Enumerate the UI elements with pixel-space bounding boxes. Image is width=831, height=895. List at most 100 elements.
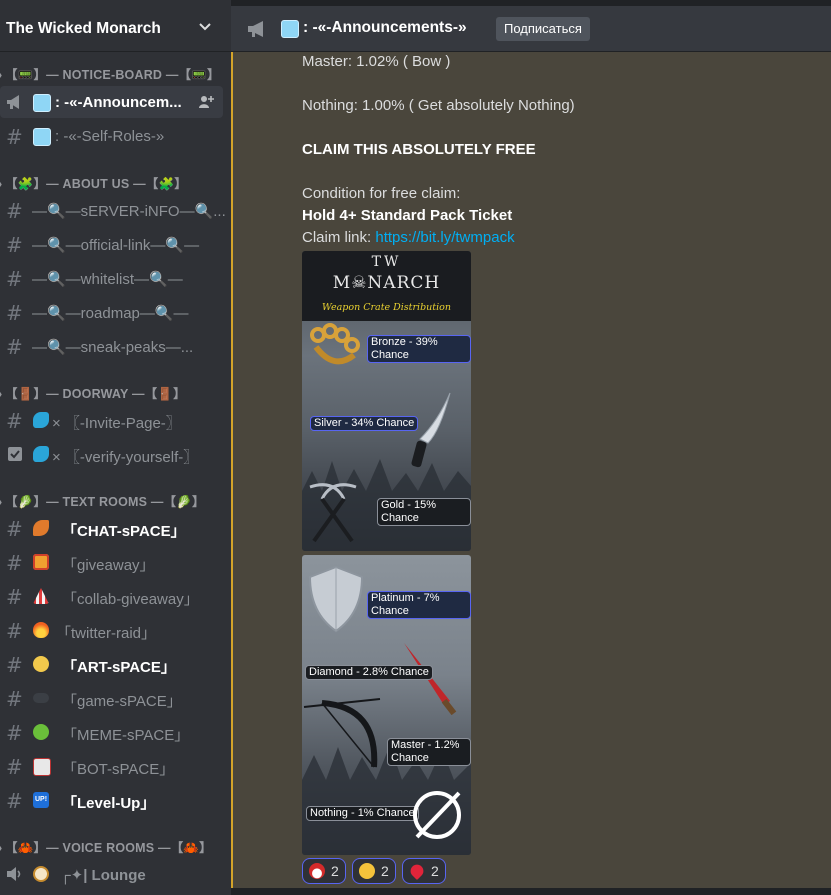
channel-label: 「Level-Up」 xyxy=(62,795,156,812)
channel-bot-space[interactable]: # 「BOT-sPACE」 xyxy=(0,750,223,782)
channel-sneak-peaks[interactable]: # —🔍—sneak-peaks—... xyxy=(0,330,223,362)
hash-icon: # xyxy=(6,789,23,813)
channel-announcements[interactable]: : -«-Announcem... xyxy=(0,86,223,118)
channel-label: —🔍—sneak-peaks—... xyxy=(32,339,194,356)
ice-cube-icon xyxy=(33,128,51,146)
channel-label: ┌✦| Lounge xyxy=(60,867,146,884)
crossed-sickles-icon xyxy=(309,483,357,543)
bronze-chance-label: Bronze - 39% Chance xyxy=(367,335,471,363)
hash-icon: # xyxy=(6,551,23,575)
channel-label: × 〖-Invite-Page-〗 xyxy=(52,415,181,432)
category-about-us[interactable]: ›【🧩】— ABOUT US —【🧩】 xyxy=(0,173,187,193)
dolphin-icon xyxy=(33,412,49,428)
claim-link-line: Claim link: https://bit.ly/twmpack xyxy=(302,229,515,246)
add-member-icon[interactable] xyxy=(198,94,214,110)
weapon-crate-image-1[interactable]: TW M☠NARCH Weapon Crate Distribution Bro… xyxy=(302,251,471,551)
server-header[interactable]: The Wicked Monarch xyxy=(0,6,231,52)
channel-lounge[interactable]: ┌✦| Lounge xyxy=(0,858,223,890)
hash-icon: # xyxy=(6,687,23,711)
reaction-count: 2 xyxy=(431,863,439,879)
megaphone-icon xyxy=(7,95,19,109)
channel-label: 「game-sPACE」 xyxy=(62,693,182,710)
gift-icon xyxy=(33,554,49,570)
category-label: 【🚪】— DOORWAY —【🚪】 xyxy=(5,387,186,401)
compass-icon xyxy=(33,866,49,882)
channel-verify-yourself[interactable]: × 〖-verify-yourself-〗 xyxy=(0,438,223,470)
channel-label: 「twitter-raid」 xyxy=(56,625,157,642)
hash-icon: # xyxy=(6,301,23,325)
bottom-bar xyxy=(231,888,831,895)
silver-chance-label: Silver - 34% Chance xyxy=(310,416,419,431)
channel-label: : -«-Announcem... xyxy=(55,94,182,111)
channel-collab-giveaway[interactable]: # 「collab-giveaway」 xyxy=(0,580,223,612)
hash-icon: # xyxy=(6,125,23,149)
channel-meme-space[interactable]: # 「MEME-sPACE」 xyxy=(0,716,223,748)
channel-label: —🔍—official-link—🔍— xyxy=(32,237,200,254)
crate-subtitle: Weapon Crate Distribution xyxy=(322,302,451,313)
master-chance-label: Master - 1.2% Chance xyxy=(387,738,471,766)
channel-label: 「BOT-sPACE」 xyxy=(62,761,175,778)
category-label: 【🧩】— ABOUT US —【🧩】 xyxy=(5,177,187,191)
channel-label: —🔍—roadmap—🔍— xyxy=(32,305,189,322)
category-text-rooms[interactable]: ›【🥬】— TEXT ROOMS —【🥬】 xyxy=(0,491,205,511)
channel-whitelist[interactable]: # —🔍—whitelist—🔍— xyxy=(0,262,223,294)
channel-giveaway[interactable]: # 「giveaway」 xyxy=(0,546,223,578)
server-name: The Wicked Monarch xyxy=(6,20,161,37)
frog-icon xyxy=(33,724,49,740)
hash-icon: # xyxy=(6,653,23,677)
brass-knuckles-icon xyxy=(310,323,360,365)
channel-official-link[interactable]: # —🔍—official-link—🔍— xyxy=(0,228,223,260)
hash-icon: # xyxy=(6,233,23,257)
channel-server-info[interactable]: # —🔍—sERVER-iNFO—🔍... xyxy=(0,194,226,226)
hash-icon: # xyxy=(6,267,23,291)
hash-icon: # xyxy=(6,335,23,359)
hash-icon: # xyxy=(6,755,23,779)
chevron-down-icon[interactable] xyxy=(198,20,212,34)
reaction-count: 2 xyxy=(331,863,339,879)
channel-game-space[interactable]: # 「game-sPACE」 xyxy=(0,682,223,714)
category-label: 【🥬】— TEXT ROOMS —【🥬】 xyxy=(5,495,205,509)
channel-sidebar: The Wicked Monarch ›【📟】— NOTICE-BOARD —【… xyxy=(0,0,231,895)
nothing-chance-label: Nothing - 1% Chance xyxy=(306,806,419,821)
diamond-chance-label: Diamond - 2.8% Chance xyxy=(305,665,433,680)
circus-tent-icon xyxy=(33,588,49,604)
channel-twitter-raid[interactable]: # 「twitter-raid」 xyxy=(0,614,223,646)
claim-link[interactable]: https://bit.ly/twmpack xyxy=(375,229,514,246)
speaker-icon xyxy=(7,867,21,881)
reaction-heart[interactable]: 2 xyxy=(402,858,446,884)
subscribe-button[interactable]: Подписаться xyxy=(496,17,590,41)
reaction-money-mouth[interactable]: 2 xyxy=(352,858,396,884)
reaction-count: 2 xyxy=(381,863,389,879)
up-button-icon: UP! xyxy=(33,792,49,808)
money-mouth-face-icon xyxy=(359,863,375,879)
kitchen-knife-icon xyxy=(411,392,451,468)
message-line: Nothing: 1.00% ( Get absolutely Nothing) xyxy=(302,97,575,114)
channel-self-roles[interactable]: # : -«-Self-Roles-» xyxy=(0,120,223,152)
robot-icon xyxy=(33,758,51,776)
reaction-santa[interactable]: 2 xyxy=(302,858,346,884)
channel-label: × 〖-verify-yourself-〗 xyxy=(52,449,199,466)
channel-header: : -«-Announcements-» Подписаться xyxy=(231,6,831,52)
message-heading: CLAIM THIS ABSOLUTELY FREE xyxy=(302,141,536,158)
category-doorway[interactable]: ›【🚪】— DOORWAY —【🚪】 xyxy=(0,383,186,403)
weapon-crate-image-2[interactable]: Platinum - 7% Chance Diamond - 2.8% Chan… xyxy=(302,555,471,855)
gold-chance-label: Gold - 15% Chance xyxy=(377,498,471,526)
channel-level-up[interactable]: # UP! 「Level-Up」 xyxy=(0,784,223,816)
category-voice-rooms[interactable]: ›【🦀】— VOICE ROOMS —【🦀】 xyxy=(0,837,212,857)
platinum-chance-label: Platinum - 7% Chance xyxy=(367,591,471,619)
message-bold-line: Hold 4+ Standard Pack Ticket xyxy=(302,207,513,224)
gamepad-icon xyxy=(33,693,49,703)
red-heart-icon xyxy=(407,861,427,881)
channel-label: —🔍—whitelist—🔍— xyxy=(32,271,183,288)
channel-roadmap[interactable]: # —🔍—roadmap—🔍— xyxy=(0,296,223,328)
channel-art-space[interactable]: # 「ART-sPACE」 xyxy=(0,648,223,680)
ice-cube-icon xyxy=(281,20,299,38)
leaf-icon xyxy=(33,520,49,536)
hash-icon: # xyxy=(6,585,23,609)
channel-chat-space[interactable]: # 「CHAT-sPACE」 xyxy=(0,512,223,544)
channel-invite-page[interactable]: # × 〖-Invite-Page-〗 xyxy=(0,404,223,436)
bow-and-arrow-icon xyxy=(303,698,381,768)
logo-text: M☠NARCH xyxy=(332,273,441,293)
logo-text-top: TW xyxy=(371,254,402,270)
category-notice-board[interactable]: ›【📟】— NOTICE-BOARD —【📟】 xyxy=(0,64,220,84)
